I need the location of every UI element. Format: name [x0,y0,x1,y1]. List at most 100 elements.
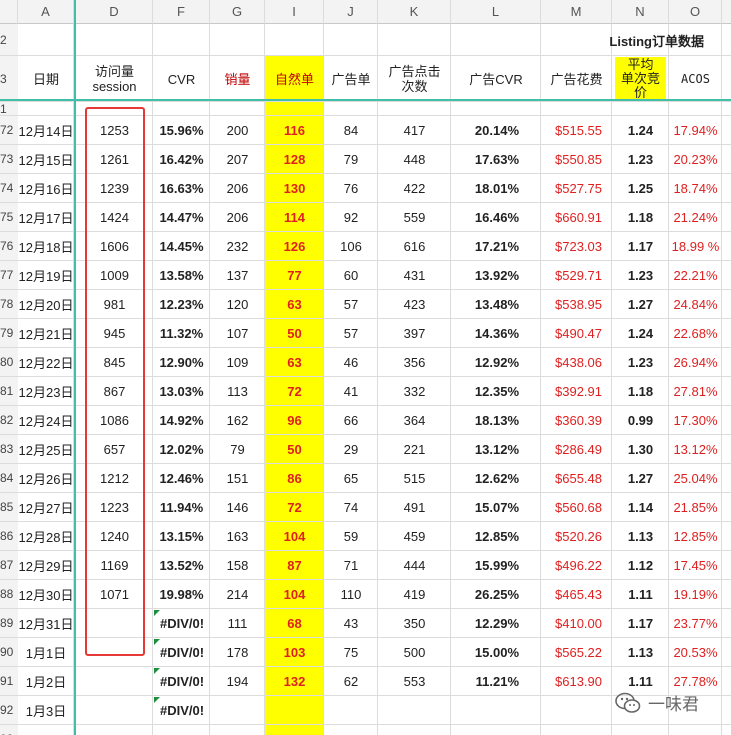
cell-organic[interactable]: 72 [265,377,324,406]
cell-ad-spend[interactable]: $560.68 [541,493,612,522]
cell-avg-bid[interactable]: 1.27 [612,290,669,319]
cell-sales[interactable]: 214 [210,580,265,609]
cell-sales[interactable]: 146 [210,493,265,522]
cell-cvr[interactable]: 12.23% [153,290,210,319]
cell-cvr[interactable]: 12.02% [153,435,210,464]
cell-acos[interactable]: 21.24% [669,203,722,232]
cell-organic[interactable]: 103 [265,638,324,667]
cell-ad-clicks[interactable]: 221 [378,435,451,464]
cell-ad-orders[interactable]: 75 [324,638,378,667]
row-number-title[interactable]: 2 [0,24,18,56]
cell-organic[interactable]: 68 [265,609,324,638]
column-header-i[interactable]: I [265,0,324,24]
cell-ad-spend[interactable]: $660.91 [541,203,612,232]
column-header-g[interactable]: G [210,0,265,24]
cell-ad-spend[interactable]: $550.85 [541,145,612,174]
cell-avg-bid[interactable]: 1.24 [612,319,669,348]
cell-ad-clicks[interactable]: 422 [378,174,451,203]
cell-ad-clicks[interactable]: 350 [378,609,451,638]
cell-ad-spend[interactable]: $723.03 [541,232,612,261]
column-header-n[interactable]: N [612,0,669,24]
cell-ad-clicks[interactable]: 356 [378,348,451,377]
cell-sales[interactable]: 206 [210,203,265,232]
cell-cvr[interactable]: #DIV/0! [153,667,210,696]
cell-ad-spend[interactable]: $496.22 [541,551,612,580]
cell-avg-bid[interactable]: 1.12 [612,551,669,580]
cell-sales[interactable]: 151 [210,464,265,493]
cell-cvr[interactable]: 14.47% [153,203,210,232]
cell-date[interactable] [18,725,74,735]
cell-ad-orders[interactable]: 62 [324,667,378,696]
cell-avg-bid[interactable]: 1.13 [612,638,669,667]
cell-ad-clicks[interactable]: 397 [378,319,451,348]
cell-avg-bid[interactable] [612,725,669,735]
cell-ad-orders[interactable]: 76 [324,174,378,203]
cell-date[interactable]: 1月3日 [18,696,74,725]
cell-ad-clicks[interactable]: 364 [378,406,451,435]
cell-avg-bid[interactable]: 0.99 [612,406,669,435]
row-number[interactable]: 88 [0,580,18,609]
cell-avg-bid[interactable]: 1.27 [612,464,669,493]
cell-ad-orders[interactable]: 41 [324,377,378,406]
cell-ad-orders[interactable]: 106 [324,232,378,261]
cell-sales[interactable]: 194 [210,667,265,696]
freeze-pane-horizontal[interactable] [0,99,731,101]
cell-cvr[interactable]: 16.63% [153,174,210,203]
cell-organic[interactable]: 50 [265,319,324,348]
cell-avg-bid[interactable]: 1.23 [612,261,669,290]
cell-date[interactable]: 12月22日 [18,348,74,377]
cell-acos[interactable]: 19.19% [669,580,722,609]
cell-sessions[interactable] [76,725,153,735]
row-number[interactable]: 75 [0,203,18,232]
column-header-o[interactable]: O [669,0,722,24]
cell-sales[interactable] [210,696,265,725]
cell-acos[interactable]: 23.77% [669,609,722,638]
cell-sales[interactable]: 137 [210,261,265,290]
cell-ad-clicks[interactable]: 500 [378,638,451,667]
cell-date[interactable]: 12月26日 [18,464,74,493]
cell-ad-cvr[interactable]: 14.36% [451,319,541,348]
cell-cvr[interactable]: 13.03% [153,377,210,406]
cell-cvr[interactable]: 16.42% [153,145,210,174]
cell-ad-orders[interactable]: 43 [324,609,378,638]
row-number[interactable]: 89 [0,609,18,638]
cell-date[interactable]: 12月25日 [18,435,74,464]
cell-ad-spend[interactable]: $392.91 [541,377,612,406]
freeze-pane-vertical[interactable] [74,0,76,735]
cell-ad-spend[interactable] [541,696,612,725]
column-header-f[interactable]: F [153,0,210,24]
row-number[interactable]: 82 [0,406,18,435]
cell-sales[interactable]: 113 [210,377,265,406]
row-number[interactable]: 87 [0,551,18,580]
cell-acos[interactable]: 22.68% [669,319,722,348]
cell-date[interactable]: 12月30日 [18,580,74,609]
cell-avg-bid[interactable]: 1.17 [612,609,669,638]
cell-ad-cvr[interactable]: 18.13% [451,406,541,435]
row-number[interactable]: 78 [0,290,18,319]
cell-acos[interactable]: 21.85% [669,493,722,522]
row-number[interactable]: 92 [0,696,18,725]
cell-ad-orders[interactable]: 84 [324,116,378,145]
cell-cvr[interactable]: 11.32% [153,319,210,348]
cell-cvr[interactable]: 14.45% [153,232,210,261]
cell-ad-spend[interactable]: $655.48 [541,464,612,493]
cell-ad-spend[interactable]: $520.26 [541,522,612,551]
cell-ad-cvr[interactable]: 13.92% [451,261,541,290]
column-header-a[interactable]: A [18,0,74,24]
cell-ad-spend[interactable]: $286.49 [541,435,612,464]
cell-acos[interactable] [669,725,722,735]
cell-cvr[interactable]: #DIV/0! [153,638,210,667]
cell-ad-cvr[interactable]: 15.00% [451,638,541,667]
cell-ad-cvr[interactable]: 15.07% [451,493,541,522]
cell-sales[interactable]: 120 [210,290,265,319]
cell-acos[interactable]: 17.45% [669,551,722,580]
cell-ad-orders[interactable]: 46 [324,348,378,377]
row-number[interactable]: 74 [0,174,18,203]
cell-ad-clicks[interactable]: 553 [378,667,451,696]
cell-ad-orders[interactable]: 59 [324,522,378,551]
cell-avg-bid[interactable]: 1.23 [612,348,669,377]
cell-organic[interactable]: 77 [265,261,324,290]
cell-organic[interactable]: 116 [265,116,324,145]
row-number[interactable]: 91 [0,667,18,696]
cell-ad-spend[interactable]: $527.75 [541,174,612,203]
